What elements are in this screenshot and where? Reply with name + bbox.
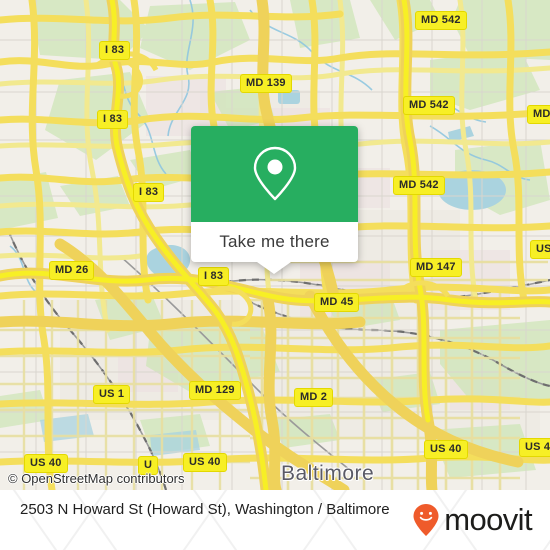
road-shield[interactable]: US 1 xyxy=(93,385,131,404)
map-share-card: MD 542 I 83 MD 139 MD 542 MD I 83 I 83 M… xyxy=(0,0,550,550)
take-me-there-button[interactable]: Take me there xyxy=(191,222,358,274)
popup-pointer xyxy=(257,262,291,274)
map-city-label: Baltimore xyxy=(281,462,375,485)
road-shield[interactable]: MD 147 xyxy=(410,258,462,277)
road-shield[interactable]: MD 542 xyxy=(393,176,445,195)
road-shield[interactable]: US 40 xyxy=(424,440,468,459)
road-shield[interactable]: MD 139 xyxy=(240,74,292,93)
road-shield[interactable]: US xyxy=(530,240,550,259)
road-shield[interactable]: MD 2 xyxy=(294,388,334,407)
road-shield[interactable]: US 40 xyxy=(183,453,227,472)
road-shield[interactable]: MD 542 xyxy=(415,11,467,30)
road-shield[interactable]: MD 26 xyxy=(49,261,95,280)
road-shield[interactable]: I 83 xyxy=(133,183,165,202)
road-shield[interactable]: I 83 xyxy=(99,41,131,60)
take-me-there-label: Take me there xyxy=(219,232,330,251)
map-attribution[interactable]: © OpenStreetMap contributors xyxy=(8,471,185,486)
road-shield[interactable]: MD xyxy=(527,105,550,124)
location-title: 2503 N Howard St (Howard St), Washington… xyxy=(20,501,390,518)
road-shield[interactable]: MD 45 xyxy=(314,293,360,312)
map-pin-icon xyxy=(253,146,296,201)
road-shield[interactable]: I 83 xyxy=(198,267,230,286)
popup-body xyxy=(191,126,358,222)
road-shield[interactable]: MD 129 xyxy=(189,381,241,400)
moovit-logo[interactable]: moovit xyxy=(412,502,533,537)
location-popup[interactable]: Take me there xyxy=(191,126,358,274)
moovit-pin-icon xyxy=(413,504,439,536)
map-canvas[interactable]: MD 542 I 83 MD 139 MD 542 MD I 83 I 83 M… xyxy=(0,0,550,490)
footer-bar: 2503 N Howard St (Howard St), Washington… xyxy=(0,490,550,550)
moovit-wordmark: moovit xyxy=(444,502,532,537)
road-shield[interactable]: US 40 xyxy=(519,438,550,457)
road-shield[interactable]: I 83 xyxy=(97,110,129,129)
road-shield[interactable]: MD 542 xyxy=(403,96,455,115)
